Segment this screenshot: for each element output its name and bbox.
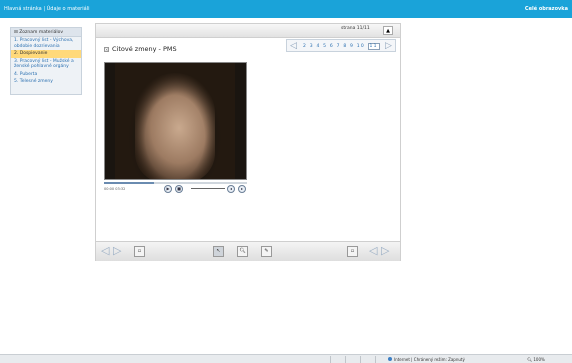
globe-icon bbox=[388, 357, 392, 361]
prev-page-bottom-icon[interactable]: ◁ bbox=[369, 245, 377, 257]
material-title: × Citové zmeny - PMS bbox=[104, 45, 177, 53]
next-page-icon[interactable]: ▷ bbox=[385, 41, 392, 51]
security-zone[interactable]: Internet | Chránený režim: Zapnutý bbox=[388, 357, 465, 362]
last-page-icon[interactable]: ▫ bbox=[347, 246, 358, 257]
video-time-total: 03:32 bbox=[115, 187, 126, 191]
sidebar-item-4[interactable]: 4. Puberta bbox=[11, 71, 81, 79]
close-icon[interactable]: × bbox=[104, 46, 109, 52]
material-info-link[interactable]: Údaje o materiáli bbox=[47, 6, 90, 12]
browser-status-bar: Internet | Chránený režim: Zapnutý 🔍︎ 10… bbox=[0, 354, 572, 363]
top-separator: | bbox=[43, 6, 46, 12]
video-player[interactable] bbox=[104, 62, 247, 180]
page-numbers: 2 3 4 5 6 7 8 9 10 11 bbox=[303, 43, 380, 50]
status-separator bbox=[375, 356, 376, 363]
status-separator bbox=[345, 356, 346, 363]
arrow-up-icon[interactable]: ▲ bbox=[383, 26, 393, 35]
sidebar-item-1[interactable]: 1. Pracovný list - Výchova, obdobie dozr… bbox=[11, 37, 81, 50]
highlighter-icon[interactable]: ✎ bbox=[261, 246, 272, 257]
page-number[interactable]: 3 bbox=[310, 44, 314, 49]
page-number[interactable]: 6 bbox=[330, 44, 334, 49]
page-indicator: strana 11/11 bbox=[341, 26, 370, 31]
zoom-level[interactable]: 🔍︎ 100% bbox=[527, 357, 545, 362]
page-navigator: ◁ 2 3 4 5 6 7 8 9 10 11 ▷ bbox=[286, 39, 396, 52]
zoom-icon[interactable]: 🔍︎ bbox=[237, 246, 248, 257]
status-separator bbox=[330, 356, 331, 363]
sidebar-item-2[interactable]: 2. Dospievanie bbox=[11, 50, 81, 58]
viewer-toolbar: strana 11/11 ▲ bbox=[96, 24, 400, 38]
volume-down-icon[interactable]: ◂ bbox=[227, 185, 235, 193]
top-bar: Hlavná stránka | Údaje o materiáli Celé … bbox=[0, 0, 572, 18]
sidebar-title: Zoznam materiálov bbox=[19, 30, 64, 35]
video-controls: 00:00 03:32 ▶ ■ ◂ ▸ bbox=[104, 181, 247, 193]
next-slide-icon[interactable]: ▷ bbox=[113, 245, 121, 257]
page-number[interactable]: 5 bbox=[323, 44, 327, 49]
page-number[interactable]: 9 bbox=[350, 44, 354, 49]
prev-slide-icon[interactable]: ◁ bbox=[101, 245, 109, 257]
stop-icon[interactable]: ■ bbox=[175, 185, 183, 193]
page-number[interactable]: 10 bbox=[357, 44, 365, 49]
video-progress-fill bbox=[104, 182, 155, 184]
volume-up-icon[interactable]: ▸ bbox=[238, 185, 246, 193]
security-zone-text: Internet | Chránený režim: Zapnutý bbox=[394, 357, 465, 362]
video-time-current: 00:00 bbox=[104, 187, 115, 191]
fullscreen-link[interactable]: Celé obrazovka bbox=[525, 6, 568, 12]
top-links: Hlavná stránka | Údaje o materiáli bbox=[4, 6, 89, 12]
sidebar-header[interactable]: ⊟ Zoznam materiálov bbox=[11, 28, 81, 37]
home-link[interactable]: Hlavná stránka bbox=[4, 6, 42, 12]
next-page-bottom-icon[interactable]: ▷ bbox=[381, 245, 389, 257]
sidebar-item-5[interactable]: 5. Telesné zmeny bbox=[11, 78, 81, 86]
page-number[interactable]: 2 bbox=[303, 44, 307, 49]
video-time: 00:00 03:32 bbox=[104, 187, 125, 191]
page-number-current[interactable]: 11 bbox=[367, 43, 380, 50]
page-number[interactable]: 4 bbox=[316, 44, 320, 49]
zoom-level-text: 100% bbox=[533, 357, 545, 362]
pointer-icon[interactable]: ↖ bbox=[213, 246, 224, 257]
prev-page-icon[interactable]: ◁ bbox=[290, 41, 297, 51]
first-page-icon[interactable]: ▫ bbox=[134, 246, 145, 257]
video-frame-shadow bbox=[115, 63, 235, 179]
volume-slider[interactable] bbox=[191, 188, 225, 189]
material-viewer: strana 11/11 ▲ ◁ 2 3 4 5 6 7 8 9 10 11 ▷… bbox=[95, 23, 401, 261]
materials-sidebar: ⊟ Zoznam materiálov 1. Pracovný list - V… bbox=[10, 27, 82, 95]
status-separator bbox=[360, 356, 361, 363]
material-title-text: Citové zmeny - PMS bbox=[112, 45, 177, 53]
video-progress-bar[interactable] bbox=[104, 182, 247, 184]
viewer-bottom-toolbar: ◁ ▷ ▫ ↖ 🔍︎ ✎ ▫ ◁ ▷ bbox=[96, 241, 400, 261]
sidebar-item-3[interactable]: 3. Pracovný list - Mužské a ženské pohla… bbox=[11, 58, 81, 71]
page-number[interactable]: 7 bbox=[337, 44, 341, 49]
play-icon[interactable]: ▶ bbox=[164, 185, 172, 193]
page-number[interactable]: 8 bbox=[343, 44, 347, 49]
